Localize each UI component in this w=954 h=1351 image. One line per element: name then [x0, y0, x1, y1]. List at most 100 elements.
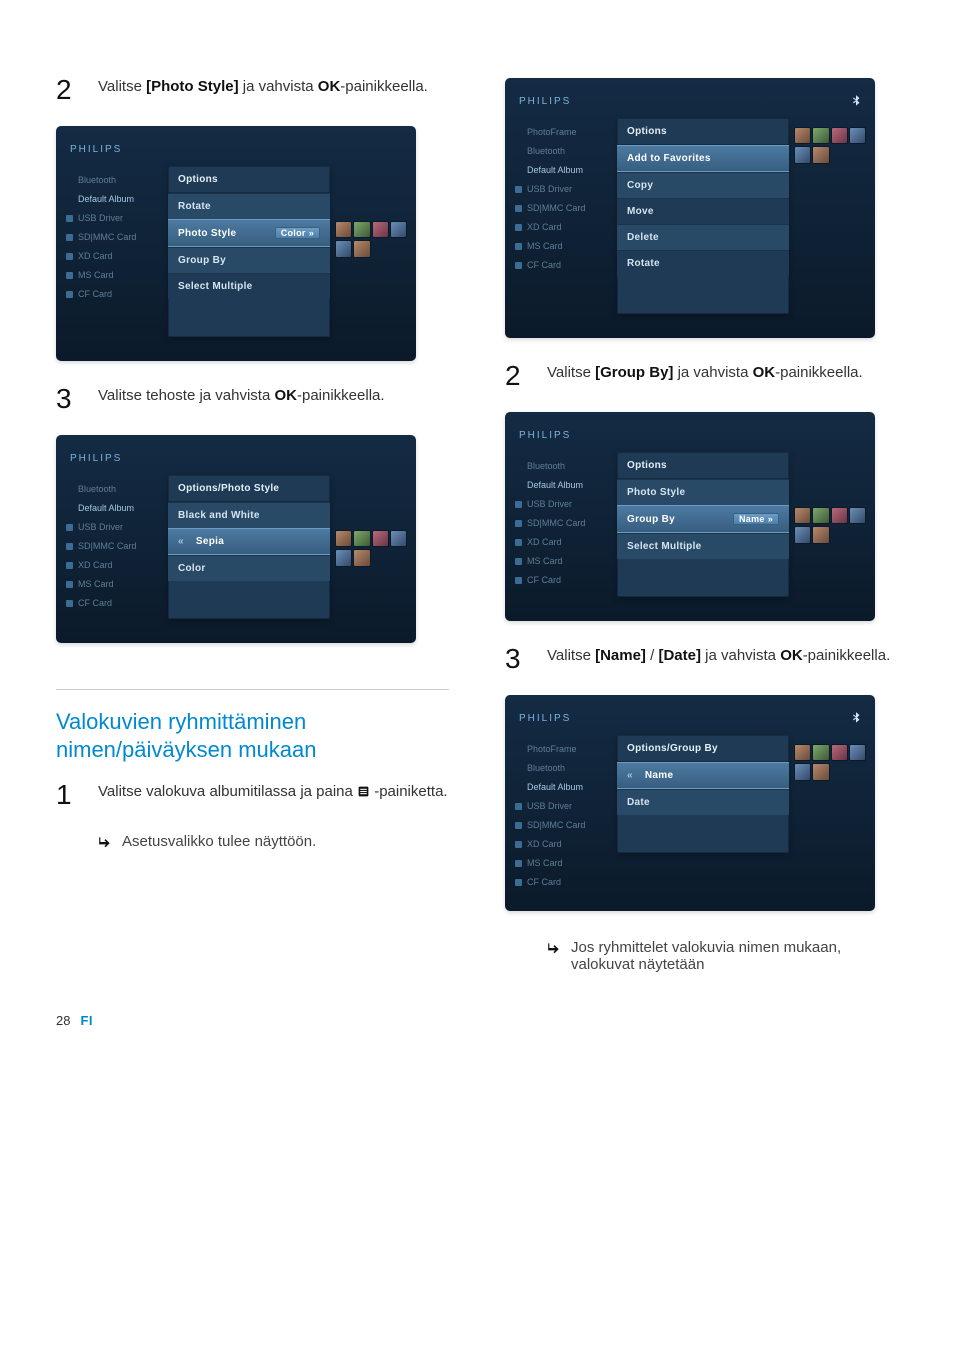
menu-item-selected[interactable]: Add to Favorites — [617, 145, 789, 172]
thumbnail-strip — [336, 475, 406, 566]
sidebar-item-label: Bluetooth — [527, 147, 565, 156]
menu-item[interactable]: Black and White — [168, 502, 330, 528]
sidebar-item[interactable]: Default Album — [66, 195, 162, 204]
menu-item[interactable]: Rotate — [617, 250, 789, 276]
menu-item[interactable]: Move — [617, 198, 789, 224]
sidebar-item[interactable]: PhotoFrame — [515, 128, 611, 137]
menu-item-label: Rotate — [627, 258, 660, 269]
sidebar-item-label: MS Card — [527, 859, 563, 868]
sidebar-item[interactable]: PhotoFrame — [515, 745, 611, 754]
menu-item-selected[interactable]: «Sepia — [168, 528, 330, 555]
sidebar-item[interactable]: SD|MMC Card — [66, 233, 162, 242]
sub-bullet: Jos ryhmittelet valokuvia nimen mukaan, … — [547, 939, 898, 973]
sidebar-item[interactable]: Default Album — [515, 166, 611, 175]
bold: OK — [318, 78, 341, 95]
menu-item-label: Photo Style — [178, 228, 236, 239]
sidebar-item[interactable]: MS Card — [66, 271, 162, 280]
sidebar-item[interactable]: Bluetooth — [515, 462, 611, 471]
menu-item[interactable]: Color — [168, 555, 330, 581]
sidebar-item-label: MS Card — [527, 557, 563, 566]
menu-item[interactable]: Group By — [168, 247, 330, 273]
sidebar-item-label: MS Card — [78, 580, 114, 589]
menu-item[interactable]: Select Multiple — [617, 533, 789, 559]
step-body: Valitse valokuva albumitilassa ja paina … — [98, 781, 449, 809]
sidebar-item[interactable]: USB Driver — [66, 523, 162, 532]
sidebar-item[interactable]: Bluetooth — [515, 147, 611, 156]
sidebar-item[interactable]: Default Album — [515, 481, 611, 490]
sidebar-item[interactable]: MS Card — [515, 859, 611, 868]
section-divider — [56, 689, 449, 690]
sidebar-item[interactable]: Default Album — [515, 783, 611, 792]
sidebar-item[interactable]: Bluetooth — [66, 485, 162, 494]
sidebar: PhotoFrame Bluetooth Default Album USB D… — [515, 735, 611, 887]
options-panel: Options Add to Favorites Copy Move Delet… — [617, 118, 789, 314]
step-2: 2 Valitse [Group By] ja vahvista OK-pain… — [505, 362, 898, 390]
result-arrow-icon — [98, 833, 112, 853]
menu-item-label: Copy — [627, 180, 653, 191]
sidebar-item[interactable]: MS Card — [66, 580, 162, 589]
bold: OK — [274, 387, 297, 404]
bold: OK — [753, 364, 776, 381]
menu-item[interactable]: Photo Style — [617, 479, 789, 505]
sidebar-item[interactable]: USB Driver — [515, 500, 611, 509]
sidebar-item[interactable]: XD Card — [515, 223, 611, 232]
menu-item-label: Black and White — [178, 510, 260, 521]
sidebar-item-label: CF Card — [78, 599, 112, 608]
sidebar-item-label: USB Driver — [527, 185, 572, 194]
panel-title: Options — [168, 166, 330, 193]
sidebar-item-label: CF Card — [78, 290, 112, 299]
sidebar-item[interactable]: CF Card — [515, 878, 611, 887]
device-screenshot-r2: PHILIPS Bluetooth Default Album USB Driv… — [505, 412, 875, 621]
sidebar-item[interactable]: SD|MMC Card — [66, 542, 162, 551]
menu-item-label: Select Multiple — [627, 541, 702, 552]
sidebar-item[interactable]: MS Card — [515, 557, 611, 566]
menu-item[interactable]: Delete — [617, 224, 789, 250]
result-arrow-icon — [547, 939, 561, 973]
sidebar-item[interactable]: USB Driver — [66, 214, 162, 223]
sidebar-item[interactable]: XD Card — [66, 561, 162, 570]
sidebar-item-label: Default Album — [78, 504, 134, 513]
menu-item[interactable]: Copy — [617, 172, 789, 198]
sidebar-item[interactable]: CF Card — [66, 290, 162, 299]
sidebar-item[interactable]: CF Card — [515, 576, 611, 585]
text: Valitse valokuva albumitilassa ja paina — [98, 783, 357, 800]
sidebar-item-label: Default Album — [527, 166, 583, 175]
sidebar-item[interactable]: SD|MMC Card — [515, 821, 611, 830]
step-body: Valitse [Name] / [Date] ja vahvista OK-p… — [547, 645, 898, 673]
sidebar-item-label: XD Card — [527, 223, 562, 232]
sidebar-item[interactable]: XD Card — [66, 252, 162, 261]
text: Jos ryhmittelet valokuvia nimen mukaan, … — [571, 939, 898, 973]
sidebar-item-label: CF Card — [527, 878, 561, 887]
sidebar-item[interactable]: XD Card — [515, 840, 611, 849]
sidebar-item[interactable]: Default Album — [66, 504, 162, 513]
step-number: 1 — [56, 781, 84, 809]
sidebar-item[interactable]: SD|MMC Card — [515, 519, 611, 528]
menu-item[interactable]: Select Multiple — [168, 273, 330, 299]
sidebar-item[interactable]: Bluetooth — [66, 176, 162, 185]
text: -painikkeella. — [297, 387, 385, 404]
sidebar-item-label: PhotoFrame — [527, 745, 577, 754]
sidebar-item[interactable]: USB Driver — [515, 802, 611, 811]
panel-title: Options — [617, 452, 789, 479]
sidebar-item[interactable]: Bluetooth — [515, 764, 611, 773]
sidebar-item[interactable]: CF Card — [66, 599, 162, 608]
sidebar-item[interactable]: XD Card — [515, 538, 611, 547]
sidebar-item[interactable]: MS Card — [515, 242, 611, 251]
sidebar-item-label: XD Card — [78, 252, 113, 261]
menu-item-label: Group By — [627, 514, 675, 525]
sidebar-item-label: USB Driver — [78, 214, 123, 223]
sidebar-item[interactable]: CF Card — [515, 261, 611, 270]
text: -painiketta. — [374, 783, 447, 800]
menu-item-selected[interactable]: Photo Style Color» — [168, 219, 330, 247]
menu-item[interactable]: Date — [617, 789, 789, 815]
sidebar-item-label: Bluetooth — [527, 764, 565, 773]
menu-item-selected[interactable]: «Name — [617, 762, 789, 789]
menu-item[interactable]: Rotate — [168, 193, 330, 219]
step-3: 3 Valitse tehoste ja vahvista OK-painikk… — [56, 385, 449, 413]
sidebar-item[interactable]: USB Driver — [515, 185, 611, 194]
menu-item-selected[interactable]: Group By Name» — [617, 505, 789, 533]
sidebar-item[interactable]: SD|MMC Card — [515, 204, 611, 213]
options-panel: Options/Photo Style Black and White «Sep… — [168, 475, 330, 619]
sidebar-item-label: MS Card — [78, 271, 114, 280]
menu-item-label: Group By — [178, 255, 226, 266]
